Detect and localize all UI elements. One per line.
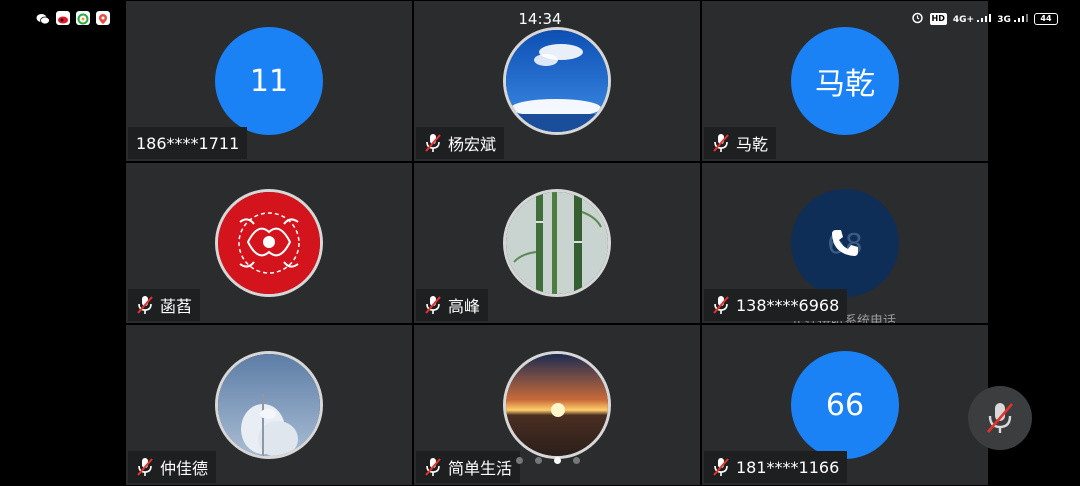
avatar bbox=[215, 351, 323, 459]
mic-muted-icon bbox=[712, 133, 730, 153]
participant-name-tag: 138****6968 bbox=[704, 289, 848, 321]
mic-muted-icon bbox=[136, 457, 154, 477]
participant-name-tag: 杨宏斌 bbox=[416, 127, 505, 159]
page-dot[interactable] bbox=[516, 457, 523, 464]
mute-toggle-button[interactable] bbox=[968, 386, 1032, 450]
participant-name: 仲佳德 bbox=[160, 459, 209, 478]
participant-name: 181****1166 bbox=[736, 457, 840, 477]
participant-name: 马乾 bbox=[736, 135, 769, 154]
avatar: 68 bbox=[791, 189, 899, 297]
participant-tile[interactable]: 菡萏 bbox=[126, 163, 412, 323]
participant-name-tag: 186****1711 bbox=[128, 127, 248, 159]
phone-icon bbox=[832, 230, 858, 256]
network-3g-indicator: 3G bbox=[997, 13, 1028, 25]
participant-name: 简单生活 bbox=[448, 459, 513, 478]
participant-name: 杨宏斌 bbox=[448, 135, 497, 154]
avatar bbox=[503, 351, 611, 459]
avatar bbox=[503, 189, 611, 297]
avatar: 11 bbox=[215, 27, 323, 135]
participant-name-tag: 简单生活 bbox=[416, 451, 521, 483]
participant-name-tag: 菡萏 bbox=[128, 289, 201, 321]
mic-muted-icon bbox=[424, 133, 442, 153]
network-4g-indicator: 4G+ bbox=[953, 13, 992, 25]
avatar bbox=[215, 189, 323, 297]
participant-name-tag: 仲佳德 bbox=[128, 451, 217, 483]
page-dot[interactable] bbox=[535, 457, 542, 464]
avatar: 马乾 bbox=[791, 27, 899, 135]
status-bar: 14:34 HD 4G+ 3G 44 bbox=[0, 0, 1080, 36]
participant-name-tag: 181****1166 bbox=[704, 451, 848, 483]
page-indicator[interactable] bbox=[516, 457, 580, 464]
hd-badge: HD bbox=[929, 13, 947, 25]
participant-tile[interactable]: 68 正在接听系统电话 138****6968 bbox=[702, 163, 988, 323]
mic-muted-icon bbox=[136, 295, 154, 315]
participant-name: 高峰 bbox=[448, 297, 481, 316]
participant-tile[interactable]: 高峰 bbox=[414, 163, 700, 323]
page-dot-active[interactable] bbox=[554, 457, 561, 464]
alarm-icon bbox=[911, 11, 924, 27]
system-indicators: HD 4G+ 3G 44 bbox=[911, 11, 1058, 27]
battery-indicator: 44 bbox=[1034, 13, 1058, 25]
mic-muted-icon bbox=[712, 295, 730, 315]
participant-name-tag: 高峰 bbox=[416, 289, 489, 321]
participant-tile[interactable]: 66 181****1166 bbox=[702, 325, 988, 485]
mic-muted-icon bbox=[424, 457, 442, 477]
avatar bbox=[503, 27, 611, 135]
mic-muted-icon bbox=[424, 295, 442, 315]
participant-name-tag: 马乾 bbox=[704, 127, 777, 159]
avatar: 66 bbox=[791, 351, 899, 459]
participant-name: 菡萏 bbox=[160, 297, 193, 316]
page-dot[interactable] bbox=[573, 457, 580, 464]
participant-name: 138****6968 bbox=[736, 295, 840, 315]
participant-tile[interactable]: 仲佳德 bbox=[126, 325, 412, 485]
participant-name: 186****1711 bbox=[136, 133, 240, 153]
participant-grid: 11 186****1711 杨宏斌 马乾 马乾 菡萏 高峰 68 138***… bbox=[126, 0, 990, 486]
mic-muted-icon bbox=[712, 457, 730, 477]
mic-muted-icon bbox=[987, 403, 1013, 433]
